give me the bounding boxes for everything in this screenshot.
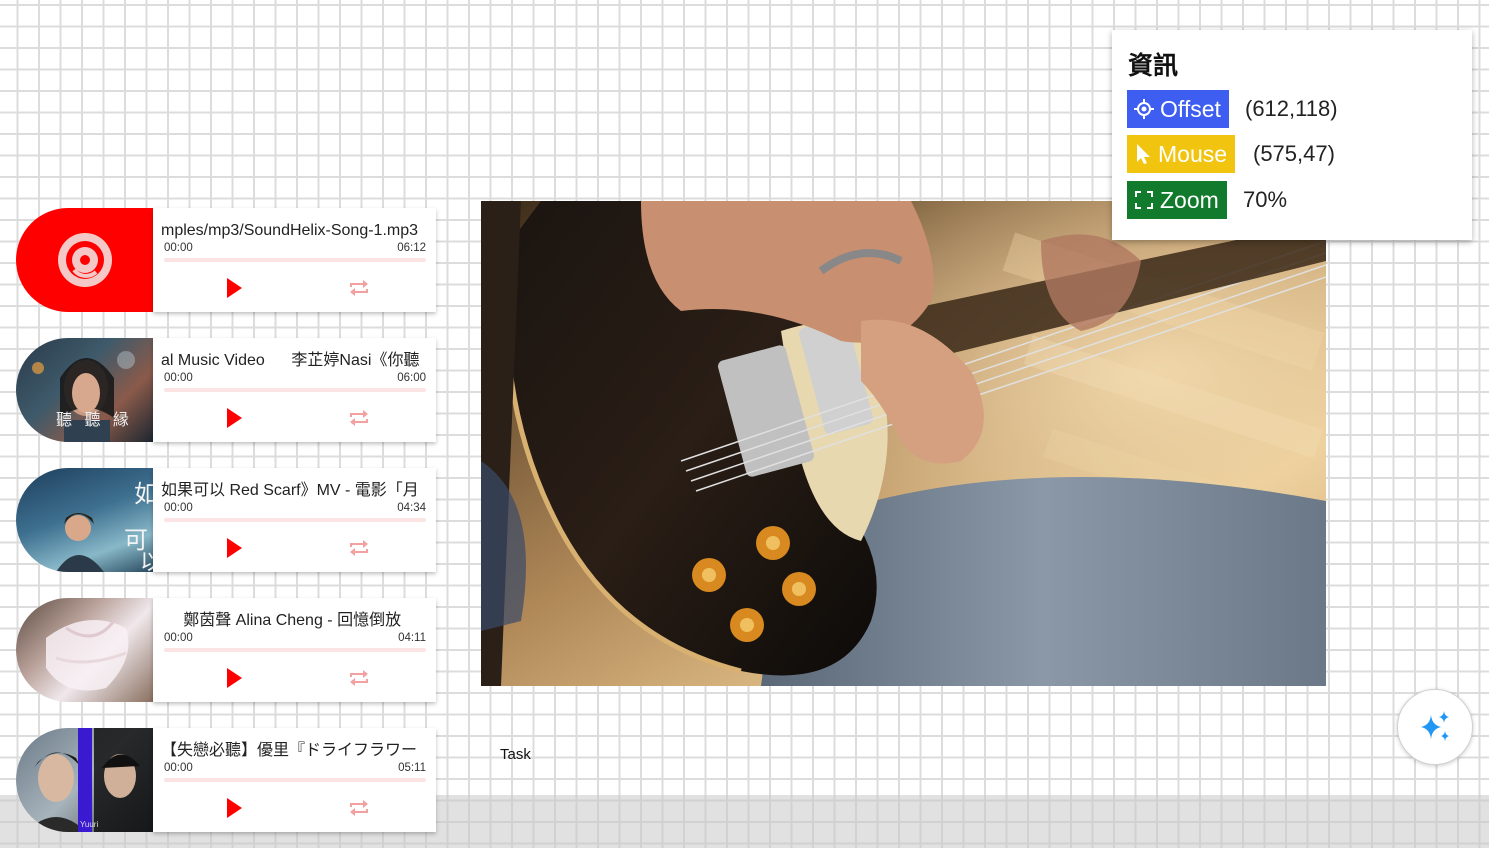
mouse-badge: Mouse xyxy=(1127,135,1236,173)
audio-player-1: mples/mp3/SoundHelix-Song-1.mp3 00:00 06… xyxy=(16,208,436,312)
cursor-icon xyxy=(1137,144,1150,164)
track-title: 【失戀必聽】優里『ドライフラワー xyxy=(161,742,418,759)
current-time: 00:00 xyxy=(164,502,193,514)
track-title: al Music Video 李芷婷Nasi《你聽 xyxy=(161,352,420,369)
guitar-image xyxy=(481,201,1326,686)
progress-track[interactable] xyxy=(164,518,426,522)
play-icon xyxy=(227,798,242,818)
info-panel-title: 資訊 xyxy=(1128,52,1179,80)
current-time: 00:00 xyxy=(164,632,193,644)
disc-icon xyxy=(58,233,112,287)
cover-text: 如 xyxy=(134,481,153,508)
cover-text: Yuuri xyxy=(80,820,99,829)
play-icon xyxy=(227,408,242,428)
play-icon xyxy=(227,668,242,688)
crosshair-icon xyxy=(1134,99,1154,119)
player-cover-3: 如 可 以 xyxy=(16,468,153,572)
player-panel-4: 鄭茵聲 Alina Cheng - 回憶倒放 00:00 04:11 xyxy=(153,598,436,702)
album-art-image xyxy=(46,617,129,691)
zoom-label: Zoom xyxy=(1160,186,1219,213)
duration: 04:11 xyxy=(398,632,426,644)
duration: 04:34 xyxy=(397,502,426,514)
fullscreen-icon xyxy=(1135,191,1153,209)
player-panel-5: 【失戀必聽】優里『ドライフラワー 00:00 05:11 xyxy=(153,728,436,832)
repeat-button[interactable] xyxy=(345,794,373,822)
guitar-photo xyxy=(481,201,1326,686)
play-icon xyxy=(227,538,242,558)
play-button[interactable] xyxy=(219,534,247,562)
sparkle-icon xyxy=(1421,711,1449,741)
track-title: mples/mp3/SoundHelix-Song-1.mp3 xyxy=(161,222,419,239)
sparkle-fab-button[interactable] xyxy=(1397,689,1473,765)
offset-label: Offset xyxy=(1160,95,1221,122)
zoom-badge: Zoom xyxy=(1127,181,1227,219)
player-cover-4 xyxy=(16,598,153,702)
player-panel-1: mples/mp3/SoundHelix-Song-1.mp3 00:00 06… xyxy=(153,208,436,312)
player-cover-5: Yuuri xyxy=(16,728,153,832)
player-panel-2: al Music Video 李芷婷Nasi《你聽 00:00 06:00 xyxy=(153,338,436,442)
repeat-button[interactable] xyxy=(345,534,373,562)
current-time: 00:00 xyxy=(164,242,193,254)
duration: 06:00 xyxy=(397,372,426,384)
audio-player-5: Yuuri 【失戀必聽】優里『ドライフラワー 00:00 05:11 xyxy=(16,728,436,832)
offset-value: (612,118) xyxy=(1245,96,1338,121)
current-time: 00:00 xyxy=(164,372,193,384)
play-button[interactable] xyxy=(219,794,247,822)
player-cover-1 xyxy=(16,208,153,312)
repeat-button[interactable] xyxy=(345,664,373,692)
cover-text: 聽 聽 縁 xyxy=(56,412,133,429)
repeat-icon xyxy=(350,410,368,426)
play-button[interactable] xyxy=(219,664,247,692)
repeat-icon xyxy=(350,540,368,556)
progress-track[interactable] xyxy=(164,258,426,262)
player-cover-2: 聽 聽 縁 xyxy=(16,338,153,442)
track-title: 如果可以 Red Scarf》MV - 電影「月 xyxy=(161,482,419,499)
repeat-button[interactable] xyxy=(345,274,373,302)
mouse-value: (575,47) xyxy=(1253,141,1335,166)
play-button[interactable] xyxy=(219,274,247,302)
audio-player-4: 鄭茵聲 Alina Cheng - 回憶倒放 00:00 04:11 xyxy=(16,598,436,702)
offset-badge: Offset xyxy=(1127,90,1229,128)
info-panel: 資訊 Offset (612,118) Mouse (575,47) Zoom … xyxy=(1112,30,1472,240)
mouse-label: Mouse xyxy=(1158,140,1228,167)
album-art-image xyxy=(26,728,153,832)
repeat-icon xyxy=(350,800,368,816)
progress-track[interactable] xyxy=(164,388,426,392)
duration: 05:11 xyxy=(398,762,426,774)
current-time: 00:00 xyxy=(164,762,193,774)
repeat-button[interactable] xyxy=(345,404,373,432)
audio-player-3: 如 可 以 如果可以 Red Scarf》MV - 電影「月 00:00 04:… xyxy=(16,468,436,572)
audio-player-2: 聽 聽 縁 al Music Video 李芷婷Nasi《你聽 00:00 06… xyxy=(16,338,436,442)
play-icon xyxy=(227,278,242,298)
player-panel-3: 如果可以 Red Scarf》MV - 電影「月 00:00 04:34 xyxy=(153,468,436,572)
duration: 06:12 xyxy=(397,242,426,254)
track-title: 鄭茵聲 Alina Cheng - 回憶倒放 xyxy=(161,612,402,629)
progress-track[interactable] xyxy=(164,648,426,652)
play-button[interactable] xyxy=(219,404,247,432)
progress-track[interactable] xyxy=(164,778,426,782)
zoom-value: 70% xyxy=(1243,187,1288,212)
task-label: Task xyxy=(500,746,531,763)
repeat-icon xyxy=(350,670,368,686)
repeat-icon xyxy=(350,280,368,296)
cover-text: 以 xyxy=(140,549,153,572)
